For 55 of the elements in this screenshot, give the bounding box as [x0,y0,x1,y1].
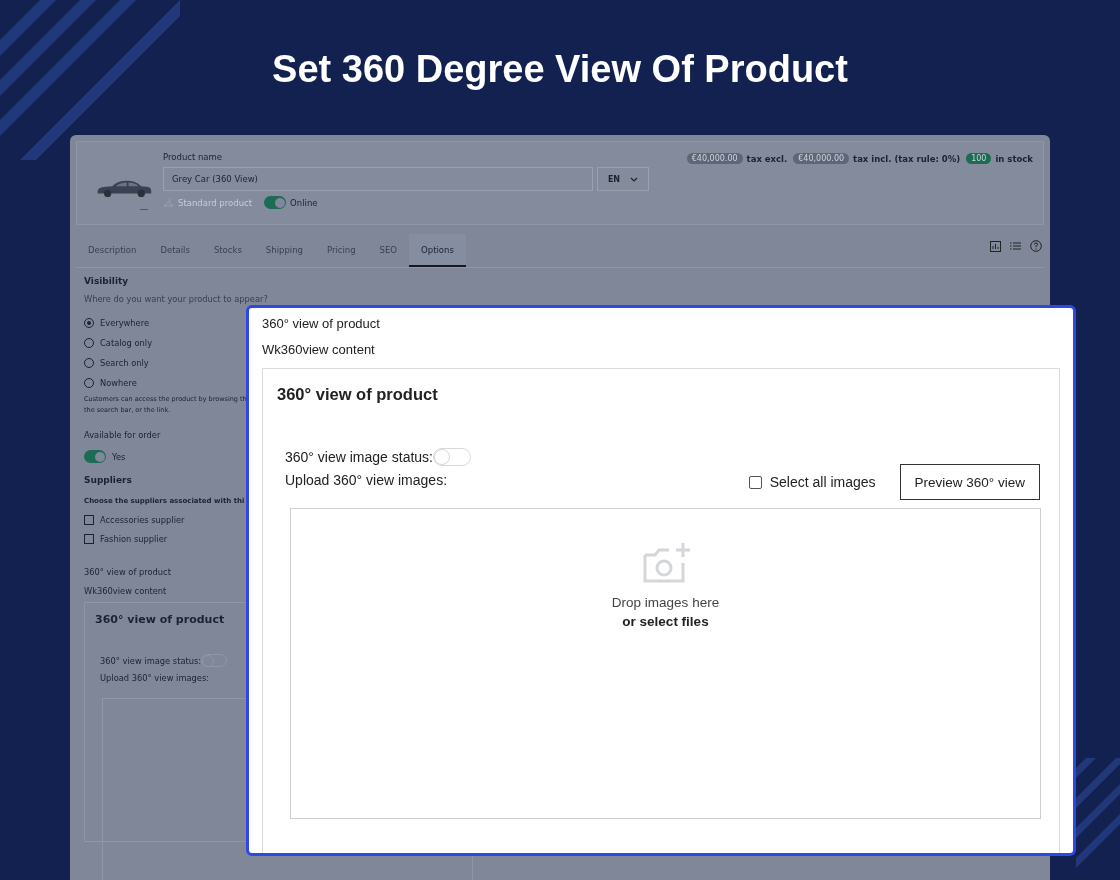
checkbox-label: Select all images [769,474,876,490]
summary-badge: €40,000.00 [793,153,850,164]
list-icon[interactable] [1010,242,1021,250]
summary-badge: 100 [966,153,992,164]
online-toggle[interactable] [264,196,287,209]
summary-badge: €40,000.00 [686,153,743,164]
module-label: 360° view of product [84,567,171,577]
image-caption: — [139,204,149,214]
tab[interactable]: Stocks [201,234,254,267]
summary-text: tax excl. [746,153,788,164]
radio-label: Nowhere [100,378,137,388]
status-label: 360° view image status: [100,655,202,666]
checkbox-label: Accessories supplier [100,515,185,525]
preview-button[interactable]: Preview 360° view [899,464,1040,500]
module-label: 360° view of product [262,316,380,331]
tab[interactable]: Pricing [314,234,368,267]
product-name-field[interactable]: Grey Car (360 View) [163,167,593,191]
drop-zone[interactable]: Drop images here or select files [290,508,1041,819]
status-label: 360° view image status: [285,449,433,465]
availability-toggle[interactable] [84,450,106,463]
language-dropdown[interactable]: EN [597,167,649,191]
radio-label: Catalog only [100,338,153,348]
upload-label: Upload 360° view images: [100,673,211,683]
module-content-label: Wk360view content [84,586,167,596]
tab[interactable]: Options [409,234,466,267]
caret-icon [630,176,639,182]
tab[interactable]: Description [76,234,149,267]
select-files-link[interactable]: or select files [622,614,709,629]
upload-label: Upload 360° view images: [285,472,448,488]
section-title: Visibility [84,276,129,286]
summary-text: tax incl. (tax rule: 0%) [853,153,961,164]
tab[interactable]: Shipping [253,234,315,267]
product-type-label: Standard product [178,197,253,208]
availability-label: Available for order [84,430,161,440]
summary-text: in stock [995,153,1033,164]
help-icon[interactable] [1030,240,1042,252]
card-title: 360° view of product [277,385,438,404]
availability-value: Yes [112,451,126,462]
tab[interactable]: Details [148,234,202,267]
module-content-label: Wk360view content [262,342,375,357]
tab[interactable]: SEO [367,234,410,267]
online-label: Online [290,197,318,208]
visibility-question: Where do you want your product to appear? [84,294,268,304]
product-name-label: Product name [163,152,224,162]
section-title: Suppliers [84,475,132,485]
checkbox[interactable] [84,534,94,544]
radio-label: Everywhere [100,318,150,328]
drop-text: Drop images here [611,595,720,610]
headline: Set 360 Degree View Of Product [272,48,848,91]
checkbox-label: Fashion supplier [100,534,168,544]
chart-icon[interactable] [990,240,1001,252]
checkbox[interactable] [84,515,94,525]
radio-label: Search only [100,358,149,368]
checkbox[interactable] [748,475,762,489]
card-title: 360° view of product [95,613,226,626]
